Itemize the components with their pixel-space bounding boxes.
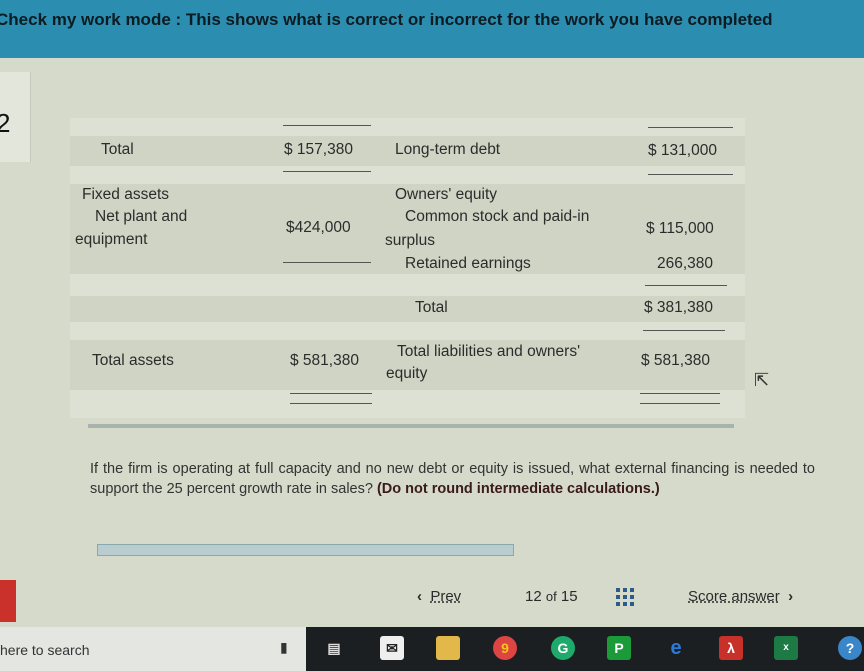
divider bbox=[88, 424, 734, 428]
file-explorer-icon[interactable] bbox=[436, 636, 460, 660]
question-number-tab[interactable]: 2 bbox=[0, 72, 31, 162]
net-plant-label: Net plant and bbox=[95, 208, 188, 225]
edge-icon[interactable]: e bbox=[664, 636, 688, 660]
ltd-value: $ 131,000 bbox=[648, 142, 717, 159]
grammarly-icon[interactable]: G bbox=[551, 636, 575, 660]
microphone-icon: ▮ bbox=[280, 639, 288, 655]
owners-equity-label: Owners' equity bbox=[395, 186, 498, 203]
total-assets-value: $ 581,380 bbox=[290, 352, 359, 369]
net-plant-value: $424,000 bbox=[286, 219, 351, 236]
pushbullet-icon[interactable]: P bbox=[607, 636, 631, 660]
publisher-logo bbox=[0, 580, 16, 622]
common-stock-label-2: surplus bbox=[385, 232, 435, 249]
total-assets-label: Total assets bbox=[92, 352, 174, 369]
help-icon[interactable]: ? bbox=[838, 636, 862, 660]
banner-title: Check my work mode : This shows what is … bbox=[0, 10, 773, 29]
taskbar-search[interactable]: here to search ▮ bbox=[0, 627, 306, 671]
fixed-assets-label: Fixed assets bbox=[82, 186, 170, 203]
equity-total-label: Total bbox=[415, 299, 448, 316]
answer-input[interactable] bbox=[97, 544, 514, 556]
row-band bbox=[70, 390, 745, 418]
mouse-cursor-icon: ⇱ bbox=[754, 370, 770, 390]
current-total-label: Total bbox=[101, 141, 134, 158]
row-band bbox=[70, 118, 745, 136]
common-stock-label: Common stock and paid-in bbox=[405, 208, 590, 225]
mode-banner: Check my work mode : This shows what is … bbox=[0, 0, 864, 58]
total-le-label: Total liabilities and owners' bbox=[397, 343, 581, 360]
excel-icon[interactable]: x bbox=[774, 636, 798, 660]
retained-earnings-value: 266,380 bbox=[657, 255, 714, 272]
common-stock-value: $ 115,000 bbox=[646, 220, 714, 237]
page-indicator: 12 of 15 bbox=[525, 588, 578, 605]
row-band bbox=[70, 166, 745, 184]
grid-icon[interactable] bbox=[616, 588, 634, 606]
prev-button[interactable]: ‹ Prev bbox=[417, 588, 461, 605]
total-le-value: $ 581,380 bbox=[641, 352, 710, 369]
ltd-label: Long-term debt bbox=[395, 141, 501, 158]
equity-total-value: $ 381,380 bbox=[644, 299, 713, 316]
question-text: If the firm is operating at full capacit… bbox=[90, 461, 815, 497]
row-band bbox=[70, 322, 745, 340]
chrome-icon[interactable]: 9 bbox=[493, 636, 517, 660]
current-total-value: $ 157,380 bbox=[284, 141, 353, 158]
net-plant-label-2: equipment bbox=[75, 231, 148, 248]
acrobat-icon[interactable]: λ bbox=[719, 636, 743, 660]
mail-icon[interactable]: ✉ bbox=[380, 636, 404, 660]
score-answer-button[interactable]: Score answer › bbox=[688, 588, 793, 605]
question-number: 2 bbox=[0, 108, 11, 138]
row-band bbox=[70, 274, 745, 296]
task-view-icon[interactable]: ▤ bbox=[322, 636, 346, 660]
question-emphasis: (Do not round intermediate calculations.… bbox=[376, 481, 660, 497]
total-le-label-2: equity bbox=[386, 365, 428, 382]
retained-earnings-label: Retained earnings bbox=[405, 255, 531, 272]
